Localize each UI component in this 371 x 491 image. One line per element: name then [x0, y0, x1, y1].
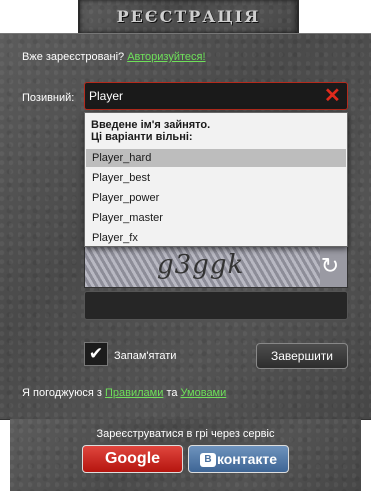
nickname-field[interactable]: ✕ — [84, 82, 348, 110]
login-prompt: Вже зареєстровані? Авторизуйтеся! — [22, 51, 206, 63]
suggestion-message-line1: Введене ім'я зайнято. — [91, 119, 211, 131]
captcha-input[interactable] — [84, 291, 348, 320]
rules-link[interactable]: Правилами — [105, 387, 163, 399]
suggestion-item[interactable]: Player_hard — [86, 149, 346, 167]
captcha-image: g3ggk — [85, 246, 320, 287]
agreement-text: Я погоджуюся з Правилами та Умовами — [22, 387, 226, 399]
vkontakte-button[interactable]: Вконтакте — [188, 445, 289, 473]
suggestion-dropdown: Введене ім'я зайнято. Ці варіанти вільні… — [84, 112, 348, 247]
captcha-box: g3ggk ↻ — [84, 245, 348, 288]
suggestion-item[interactable]: Player_fx — [86, 229, 346, 247]
check-icon: ✔ — [88, 344, 104, 363]
page-title: РЕЄСТРАЦІЯ — [116, 7, 261, 26]
agreement-conjunction: та — [166, 387, 178, 399]
finish-button[interactable]: Завершити — [256, 343, 348, 369]
suggestion-item[interactable]: Player_power — [86, 189, 346, 207]
refresh-icon[interactable]: ↻ — [319, 255, 341, 277]
suggestion-item[interactable]: Player_master — [86, 209, 346, 227]
login-prompt-text: Вже зареєстровані? — [22, 51, 125, 63]
login-link[interactable]: Авторизуйтеся! — [127, 51, 205, 63]
clear-icon[interactable]: ✕ — [324, 86, 342, 106]
captcha-code: g3ggk — [157, 250, 245, 280]
social-label: Зареєструватися в грі через сервіс — [96, 428, 275, 440]
google-button[interactable]: Google — [82, 445, 183, 473]
vk-label: контакте — [216, 450, 278, 467]
nickname-label: Позивний: — [22, 92, 75, 104]
agreement-prefix: Я погоджуюся з — [22, 387, 102, 399]
suggestion-item[interactable]: Player_best — [86, 169, 346, 187]
suggestion-message: Введене ім'я зайнято. Ці варіанти вільні… — [91, 119, 210, 143]
terms-link[interactable]: Умовами — [181, 387, 227, 399]
title-tab: РЕЄСТРАЦІЯ — [78, 0, 299, 35]
remember-label: Запам'ятати — [114, 350, 177, 362]
nickname-input[interactable] — [89, 88, 319, 104]
remember-checkbox[interactable]: ✔ — [84, 342, 108, 366]
suggestion-message-line2: Ці варіанти вільні: — [91, 131, 193, 143]
vk-logo-icon: В — [199, 453, 216, 468]
